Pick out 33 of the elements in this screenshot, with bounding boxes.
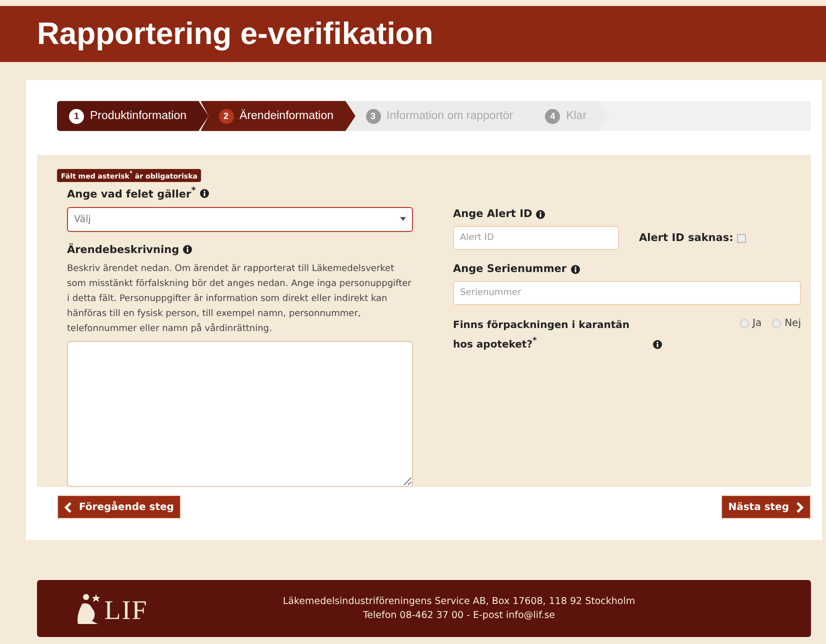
wizard-step[interactable]: 1 Produktinformation bbox=[57, 101, 209, 131]
previous-button[interactable]: Föregående steg bbox=[57, 495, 181, 519]
next-button[interactable]: Nästa steg bbox=[721, 495, 811, 519]
description-field[interactable] bbox=[67, 340, 413, 486]
serial-number-field[interactable]: Serienummer bbox=[453, 281, 801, 305]
footer-address: Läkemedelsindustriföreningens Service AB, Box 17608, 118 92 Stockholm bbox=[282, 594, 636, 608]
field-label: Ange Alert ID bbox=[453, 208, 532, 220]
alert-id-field[interactable]: Alert ID bbox=[453, 226, 619, 250]
field-label: Ange Serienummer bbox=[453, 263, 567, 275]
checkbox[interactable] bbox=[737, 234, 746, 242]
footer-contact: Telefon 08-462 37 00 - E-post info@lif.se bbox=[362, 608, 556, 622]
logo-text: LIF bbox=[104, 594, 148, 626]
page-title: Rapportering e-verifikation bbox=[37, 16, 434, 52]
radio-label: Nej bbox=[784, 318, 801, 329]
chevron-right-icon bbox=[796, 502, 804, 512]
help-text: Beskriv ärendet nedan. Om ärendet är rapporterat till Läkemedelsverket som misstänkt förfalskning bör det anges nedan. Ange inga personuppgifter i detta fält. Personuppgifter är information som direkt eller indirekt kan hänföras till en fysisk person, till exempel namn, personnummer, telefonnummer eller namn på vårdinrättning. bbox=[67, 262, 412, 336]
wizard-step[interactable]: 2 Ärendeinformation bbox=[200, 101, 356, 131]
info-icon bbox=[653, 340, 662, 350]
info-icon bbox=[536, 210, 546, 218]
select-field[interactable]: Välj bbox=[67, 206, 413, 232]
field-label: Finns förpackningen i karantän hos apoteket?$^{*}$ bbox=[453, 319, 631, 352]
info-icon bbox=[183, 245, 192, 254]
field-label: Ärendebeskrivning bbox=[67, 244, 180, 256]
chevron-left-icon bbox=[64, 502, 72, 512]
radio-button[interactable] bbox=[772, 319, 781, 328]
checkbox-label: Alert ID saknas: bbox=[639, 232, 734, 244]
field-label: Ange vad felet gäller$^{*}$ bbox=[67, 186, 196, 200]
info-icon bbox=[200, 188, 209, 198]
radio-button[interactable] bbox=[740, 319, 748, 328]
caret-icon bbox=[400, 217, 406, 221]
seated-figure-icon bbox=[76, 592, 102, 626]
info-icon bbox=[570, 264, 580, 274]
radio-label: Ja bbox=[752, 318, 762, 329]
